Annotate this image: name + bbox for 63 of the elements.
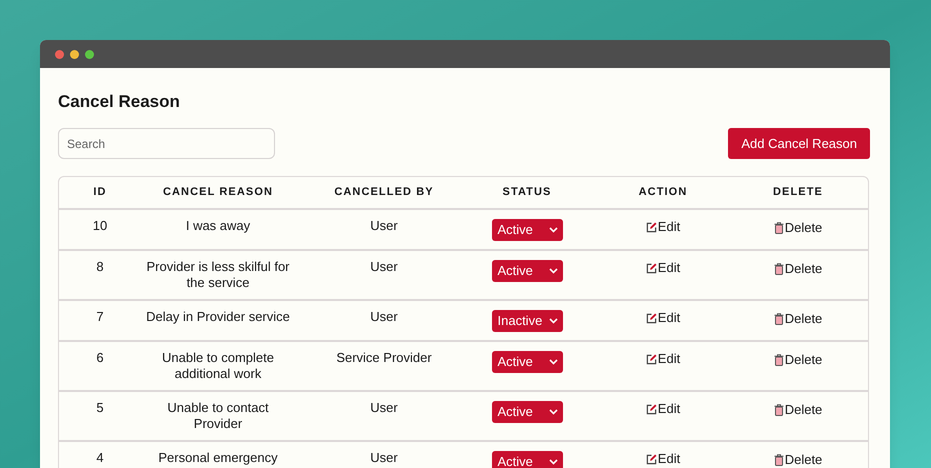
id-cell: 4 bbox=[96, 450, 104, 466]
chevron-down-icon bbox=[548, 318, 558, 324]
chevron-down-icon bbox=[548, 359, 558, 365]
reason-cell: Personal emergency bbox=[158, 450, 278, 466]
status-dropdown[interactable]: Active bbox=[492, 351, 562, 373]
id-cell: 6 bbox=[96, 350, 104, 366]
delete-link[interactable]: Delete bbox=[774, 352, 822, 368]
cancelled-by-cell: Service Provider bbox=[336, 350, 432, 366]
delete-link[interactable]: Delete bbox=[774, 402, 822, 418]
column-header: CANCEL REASON bbox=[162, 185, 274, 200]
edit-link[interactable]: Edit bbox=[646, 219, 680, 235]
edit-icon bbox=[646, 354, 657, 364]
column-header: DELETE bbox=[773, 185, 823, 200]
delete-link[interactable]: Delete bbox=[774, 452, 822, 468]
status-dropdown[interactable]: Active bbox=[492, 401, 562, 423]
status-dropdown[interactable]: Active bbox=[492, 260, 562, 282]
reason-cell-text: Unable to complete additional work bbox=[160, 350, 275, 382]
chevron-down-icon bbox=[548, 409, 558, 415]
trash-icon bbox=[774, 263, 784, 275]
cancelled-by-cell: User bbox=[370, 218, 398, 234]
id-cell: 8 bbox=[96, 259, 104, 275]
chevron-down-icon bbox=[548, 459, 558, 465]
cancelled-by-cell: User bbox=[370, 450, 398, 466]
column-header: ID bbox=[93, 185, 107, 200]
cancelled-by-cell: User bbox=[370, 309, 398, 325]
id-cell: 5 bbox=[96, 400, 104, 416]
reason-cell-text: Unable to contact Provider bbox=[166, 400, 270, 432]
page-title: Cancel Reason bbox=[58, 91, 180, 113]
search-field[interactable]: Search bbox=[58, 128, 275, 159]
add-cancel-reason-button[interactable]: Add Cancel Reason bbox=[728, 128, 870, 159]
edit-link[interactable]: Edit bbox=[646, 451, 680, 467]
edit-icon bbox=[646, 454, 657, 464]
edit-icon bbox=[646, 222, 657, 232]
trash-icon bbox=[774, 354, 784, 366]
reason-cell: I was away bbox=[186, 218, 250, 234]
column-header: STATUS bbox=[502, 185, 552, 200]
status-dropdown[interactable]: Active bbox=[492, 219, 562, 241]
trash-icon bbox=[774, 313, 784, 325]
status-dropdown[interactable]: Inactive bbox=[492, 310, 562, 332]
id-cell: 10 bbox=[92, 218, 108, 234]
cancelled-by-cell: User bbox=[370, 400, 398, 416]
status-dropdown[interactable]: Active bbox=[492, 451, 562, 468]
edit-link[interactable]: Edit bbox=[646, 310, 680, 326]
reason-cell: Provider is less skilful for the service bbox=[145, 259, 291, 291]
delete-link[interactable]: Delete bbox=[774, 220, 822, 236]
trash-icon bbox=[774, 454, 784, 466]
column-header: CANCELLED BY bbox=[334, 185, 434, 200]
delete-link[interactable]: Delete bbox=[774, 311, 822, 327]
reason-cell: Delay in Provider service bbox=[146, 309, 290, 325]
edit-link[interactable]: Edit bbox=[646, 351, 680, 367]
edit-icon bbox=[646, 312, 657, 324]
edit-link[interactable]: Edit bbox=[646, 401, 680, 417]
trash-icon bbox=[774, 404, 784, 416]
delete-link[interactable]: Delete bbox=[774, 261, 822, 277]
id-cell: 7 bbox=[96, 309, 104, 325]
column-header: ACTION bbox=[638, 185, 688, 200]
trash-icon bbox=[774, 222, 784, 234]
edit-link[interactable]: Edit bbox=[646, 260, 680, 276]
cancelled-by-cell: User bbox=[370, 259, 398, 275]
edit-icon bbox=[646, 404, 657, 414]
edit-icon bbox=[646, 262, 657, 274]
chevron-down-icon bbox=[548, 268, 558, 274]
chevron-down-icon bbox=[548, 227, 558, 233]
